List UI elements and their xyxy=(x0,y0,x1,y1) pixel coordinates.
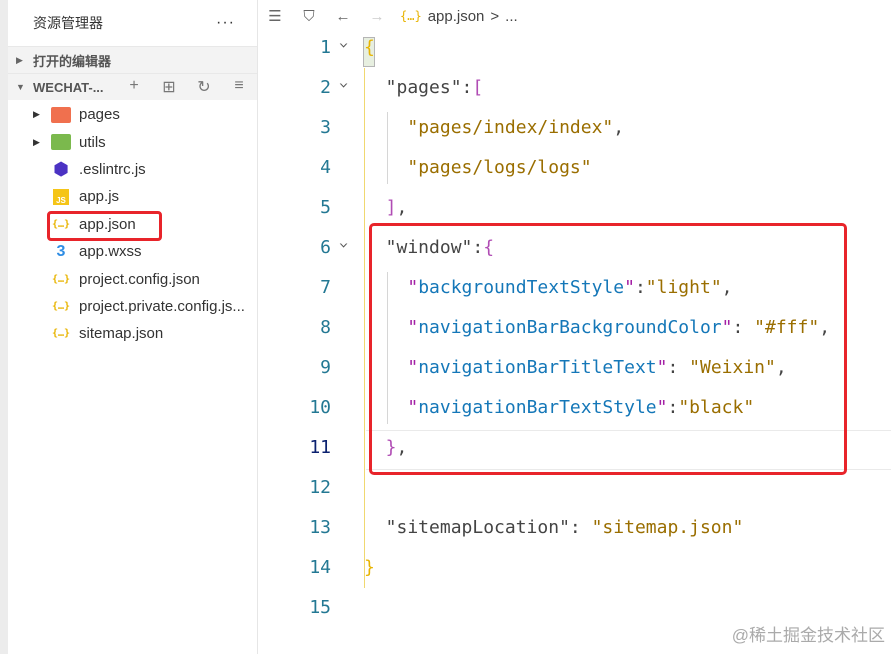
new-folder-icon[interactable]: ⊞ xyxy=(159,77,179,97)
line-number: 4 xyxy=(320,157,331,178)
line-number: 6 xyxy=(320,237,331,258)
js-file-icon: JS xyxy=(53,188,69,205)
bracket-guide xyxy=(364,68,365,588)
code-token-key: "pages" xyxy=(385,77,462,98)
breadcrumb: {…} app.json > ... xyxy=(400,8,518,25)
chevron-right-icon: ▶ xyxy=(33,136,40,147)
fold-chevron-icon[interactable]: ⌄ xyxy=(339,62,349,102)
file-name: sitemap.json xyxy=(79,325,164,343)
json-file-icon: {…} xyxy=(51,300,71,312)
line-number: 1 xyxy=(320,37,331,58)
line-number: 12 xyxy=(309,477,331,498)
file-name: project.private.config.js... xyxy=(79,297,245,315)
code-token-str: "pages/logs/logs" xyxy=(407,157,592,178)
code-line: "sitemapLocation": "sitemap.json" xyxy=(386,508,744,548)
chevron-right-icon: ▶ xyxy=(16,54,23,65)
folder-utils-icon xyxy=(51,134,71,151)
line-number: 10 xyxy=(309,397,331,418)
file-name: pages xyxy=(79,106,120,124)
file-item[interactable]: ▶ utils xyxy=(8,128,257,155)
explorer-title: 资源管理器 xyxy=(33,15,103,31)
file-item[interactable]: JS app.js xyxy=(8,183,257,210)
forward-icon[interactable]: → xyxy=(360,8,394,25)
folder-pages-icon xyxy=(51,106,71,123)
file-name: app.wxss xyxy=(79,243,142,261)
code-line: { xyxy=(364,28,375,68)
line-number: 2 xyxy=(320,77,331,98)
line-number: 15 xyxy=(309,597,331,618)
watermark: @稀土掘金技术社区 xyxy=(731,626,885,645)
line-number: 9 xyxy=(320,357,331,378)
collapse-all-icon[interactable]: ≡ xyxy=(229,77,249,97)
file-item[interactable]: {…} project.config.json xyxy=(8,265,257,292)
code-token-p: : xyxy=(569,517,592,538)
css-file-icon: 3 xyxy=(56,242,66,260)
chevron-down-icon: ▼ xyxy=(16,82,25,92)
json-file-icon: {…} xyxy=(400,9,422,23)
activity-bar xyxy=(0,0,8,654)
file-item[interactable]: 3 app.wxss xyxy=(8,238,257,265)
json-file-icon: {…} xyxy=(51,273,71,285)
project-section[interactable]: ▼ WECHAT-... + ⊞ ↻ ≡ xyxy=(8,73,257,100)
code-token-p: : xyxy=(461,77,473,98)
code-token-p: , xyxy=(613,117,625,138)
code-line: } xyxy=(364,548,375,588)
line-number: 11 xyxy=(309,437,331,458)
indent-guide xyxy=(386,112,388,184)
line-number: 7 xyxy=(320,277,331,298)
file-item[interactable]: {…} sitemap.json xyxy=(8,320,257,347)
code-token-p: , xyxy=(396,197,408,218)
code-token-key: "sitemapLocation" xyxy=(385,517,570,538)
breadcrumb-more[interactable]: ... xyxy=(505,8,518,25)
highlight-box-window xyxy=(369,223,847,475)
project-label: WECHAT-... xyxy=(33,79,104,95)
breadcrumb-file[interactable]: app.json xyxy=(428,8,485,25)
code-token-bracket: [ xyxy=(472,77,484,98)
code-token-str: "pages/index/index" xyxy=(407,117,614,138)
file-item[interactable]: ▶ pages xyxy=(8,101,257,128)
file-name: project.config.json xyxy=(79,270,200,288)
chevron-right-icon: > xyxy=(490,7,500,25)
file-item[interactable]: ⬢ .eslintrc.js xyxy=(8,156,257,183)
chevron-right-icon: ▶ xyxy=(33,109,40,120)
refresh-icon[interactable]: ↻ xyxy=(194,77,214,97)
explorer-header: 资源管理器 ··· xyxy=(8,0,257,46)
code-token-str: "sitemap.json" xyxy=(591,517,744,538)
code-token-bracket: ] xyxy=(385,197,397,218)
json-file-icon: {…} xyxy=(51,328,71,340)
code-line: "pages/logs/logs" xyxy=(407,148,591,188)
outline-icon[interactable]: ☰ xyxy=(258,7,292,25)
file-name: app.js xyxy=(79,188,120,206)
file-item[interactable]: {…} project.private.config.js... xyxy=(8,293,257,320)
fold-chevron-icon[interactable]: ⌄ xyxy=(339,222,349,262)
code-line: "pages":[ xyxy=(386,68,484,108)
eslint-icon: ⬢ xyxy=(53,158,69,179)
new-file-icon[interactable]: + xyxy=(124,77,144,97)
code-token-brace: { xyxy=(364,37,375,58)
line-number: 8 xyxy=(320,317,331,338)
fold-chevron-icon[interactable]: ⌄ xyxy=(339,22,349,62)
code-token-brace: } xyxy=(364,557,375,578)
highlight-box-app-json xyxy=(47,211,162,241)
open-editors-section[interactable]: ▶ 打开的编辑器 xyxy=(8,46,257,73)
line-number: 13 xyxy=(309,517,331,538)
line-number: 5 xyxy=(320,197,331,218)
open-editors-label: 打开的编辑器 xyxy=(33,53,112,69)
code-line: ], xyxy=(386,188,408,228)
explorer-sidebar: 资源管理器 ··· ▶ 打开的编辑器 ▼ WECHAT-... + ⊞ ↻ ≡ … xyxy=(8,0,258,654)
line-number: 3 xyxy=(320,117,331,138)
bookmark-icon[interactable]: ⛉ xyxy=(292,8,326,25)
code-line: "pages/index/index", xyxy=(407,108,624,148)
file-name: .eslintrc.js xyxy=(79,160,146,178)
more-icon[interactable]: ··· xyxy=(216,14,235,32)
line-number: 14 xyxy=(309,557,331,578)
file-name: utils xyxy=(79,133,106,151)
